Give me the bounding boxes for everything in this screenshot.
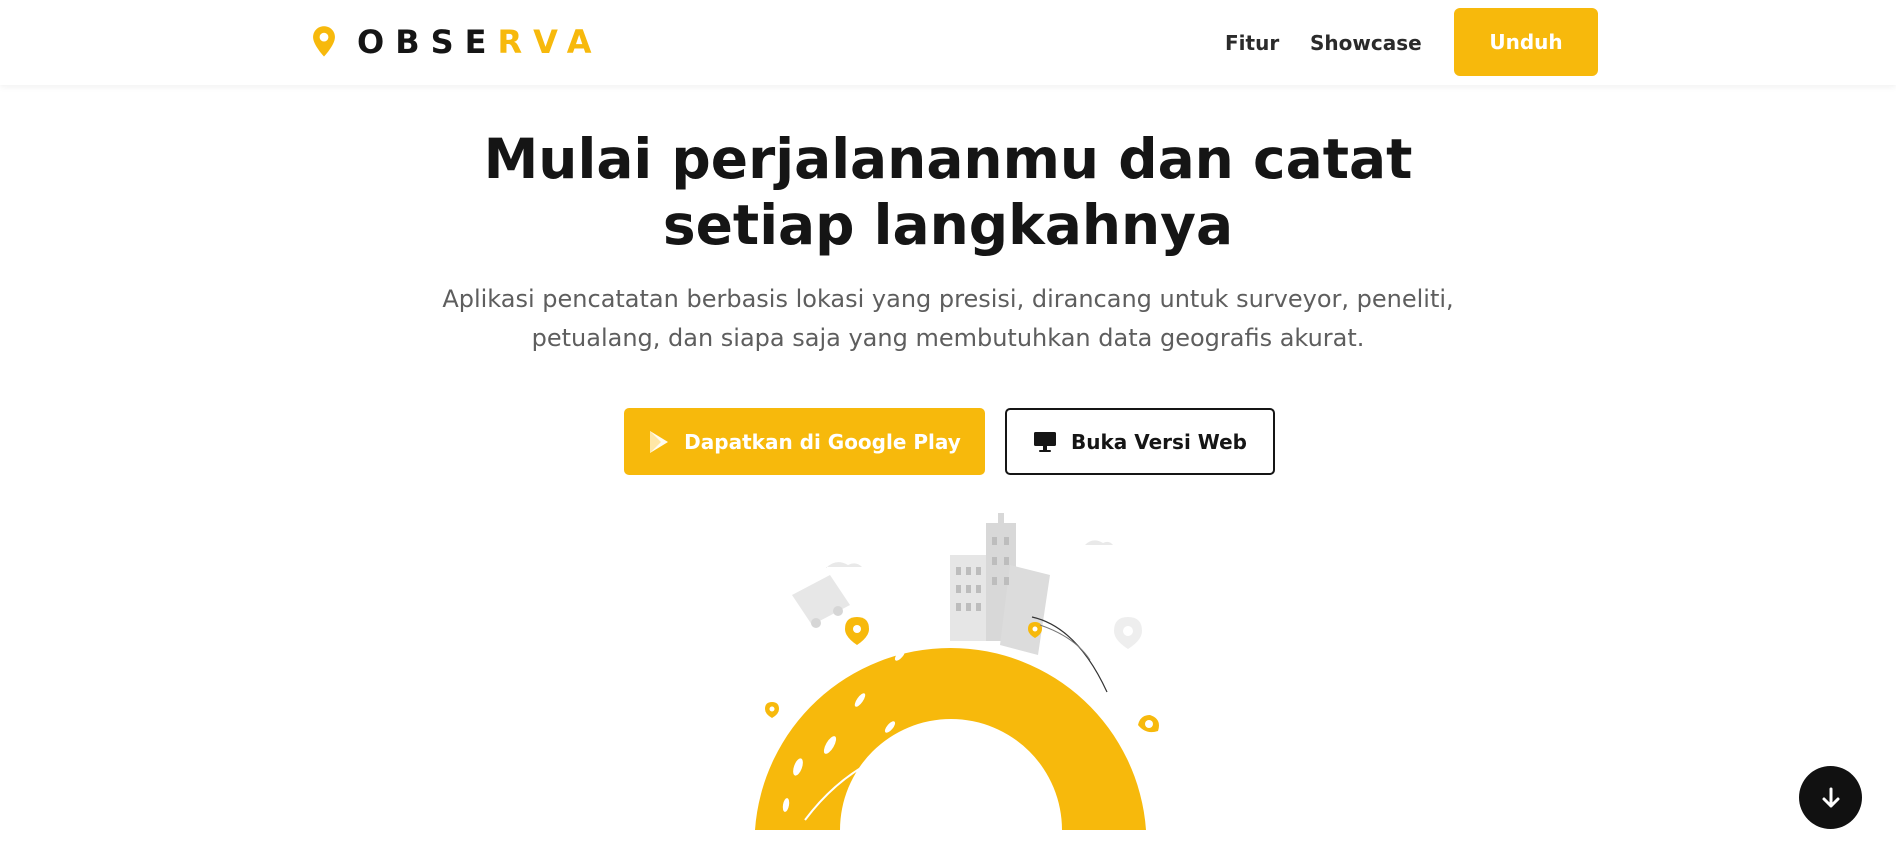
main-nav-fitur: Fitur [1225, 0, 1279, 85]
hero-subtitle-line-1: Aplikasi pencatatan berbasis lokasi yang… [442, 285, 1454, 313]
hero-title-line-2: setiap langkahnya [662, 193, 1234, 257]
hero-subtitle-line-2: petualang, dan siapa saja yang membutuhk… [531, 324, 1365, 352]
hero-title-line-1: Mulai perjalananmu dan catat [483, 127, 1413, 191]
logo[interactable]: OBSERVA [309, 22, 603, 62]
google-play-label: Dapatkan di Google Play [684, 429, 961, 454]
google-play-button[interactable]: Dapatkan di Google Play [624, 408, 985, 475]
nav-link-showcase[interactable]: Showcase [1310, 31, 1422, 55]
city-on-globe-illustration [755, 513, 1159, 830]
nav-link-fitur[interactable]: Fitur [1225, 31, 1279, 55]
google-play-icon [650, 430, 669, 453]
scroll-down-button[interactable] [1799, 766, 1862, 829]
site-header: OBSERVA Fitur Showcase Unduh [0, 0, 1896, 85]
arrow-down-icon [1822, 787, 1839, 807]
map-pin-icon [313, 26, 335, 57]
download-button[interactable]: Unduh [1454, 8, 1598, 76]
main-nav-showcase: Showcase [1310, 0, 1422, 85]
web-version-button[interactable]: Buka Versi Web [1005, 408, 1275, 475]
logo-text-accent: RVA [497, 23, 603, 61]
logo-wordmark: OBSERVA [357, 23, 603, 61]
logo-text-dark: OBSE [357, 23, 498, 61]
hero-title: Mulai perjalananmu dan catat setiap lang… [398, 126, 1498, 258]
web-version-label: Buka Versi Web [1070, 429, 1247, 454]
hero-subtitle: Aplikasi pencatatan berbasis lokasi yang… [398, 280, 1498, 358]
monitor-icon [1033, 431, 1056, 452]
